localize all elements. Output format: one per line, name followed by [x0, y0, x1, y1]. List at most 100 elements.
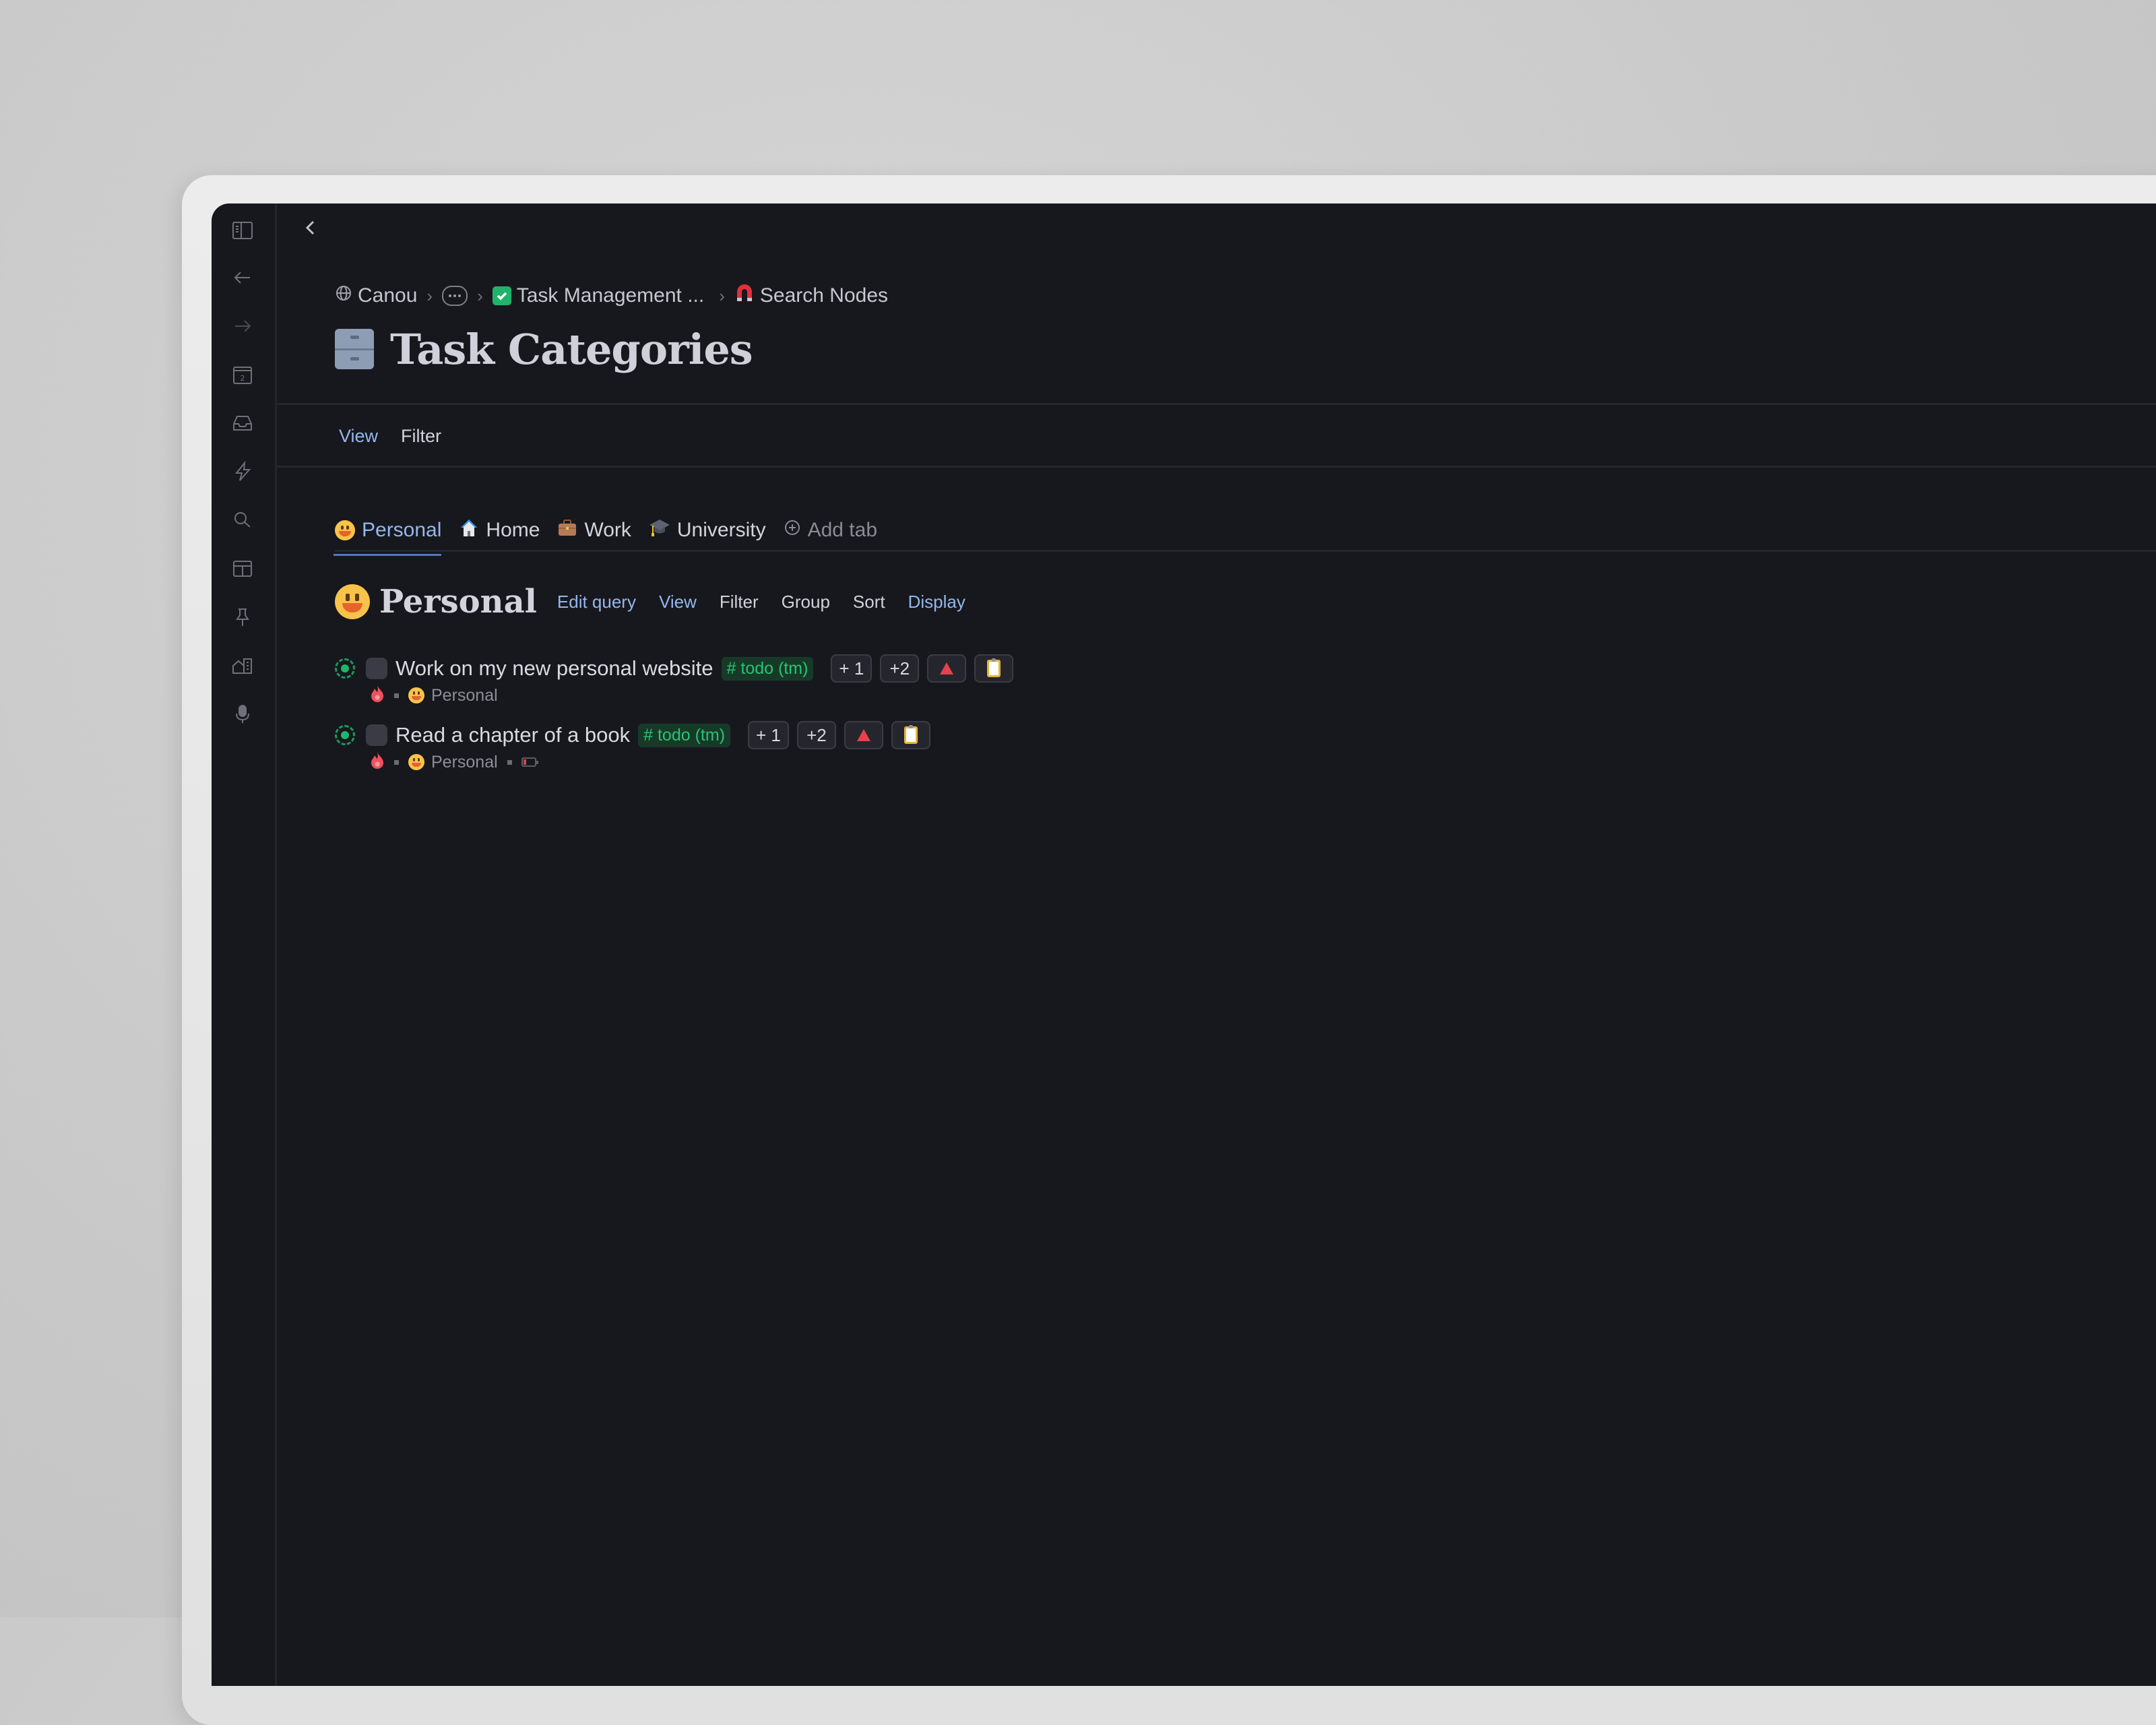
priority-high-icon	[856, 729, 870, 741]
page-title-text[interactable]: Task Categories	[390, 325, 753, 374]
house-emoji-icon	[459, 518, 479, 543]
smile-emoji-icon	[335, 584, 370, 619]
priority-button[interactable]	[927, 654, 967, 683]
filter-button[interactable]: Filter	[720, 592, 759, 613]
task-meta: Personal	[335, 750, 930, 774]
priority-button[interactable]	[844, 721, 883, 749]
collapse-chevron-icon[interactable]	[304, 217, 324, 244]
inbox-icon[interactable]	[225, 406, 260, 441]
section-header: Personal Edit query View Filter Group So…	[335, 578, 965, 625]
view-button[interactable]: View	[659, 592, 697, 613]
divider	[277, 403, 2156, 405]
pin-icon[interactable]	[225, 600, 260, 635]
breadcrumb: Canou › › Task Management ... › Search N…	[335, 279, 888, 313]
home-building-icon[interactable]	[225, 648, 260, 683]
plus-one-button[interactable]: + 1	[748, 721, 789, 749]
globe-icon	[335, 284, 352, 307]
plus-one-button[interactable]: + 1	[831, 654, 873, 683]
clipboard-button[interactable]	[974, 654, 1014, 683]
task-checkbox[interactable]	[366, 658, 387, 679]
filter-button[interactable]: Filter	[401, 426, 441, 447]
meta-separator	[394, 693, 399, 698]
task-meta: Personal	[335, 683, 1013, 708]
more-icon	[442, 286, 468, 306]
calendar-badge: 2	[241, 374, 245, 383]
forward-arrow-icon[interactable]	[225, 309, 260, 344]
clipboard-icon	[987, 658, 1001, 677]
tab-personal[interactable]: Personal	[333, 510, 442, 556]
breadcrumb-item-search-nodes[interactable]: Search Nodes	[734, 282, 888, 309]
task-title[interactable]: Read a chapter of a book	[395, 723, 630, 747]
breadcrumb-item-canou[interactable]: Canou	[335, 284, 417, 307]
view-bar: View Filter	[339, 426, 441, 447]
clipboard-icon	[903, 725, 918, 744]
graduation-cap-emoji-icon	[649, 518, 670, 543]
main-content: Canou › › Task Management ... › Search N…	[277, 203, 2156, 1686]
search-icon[interactable]	[225, 503, 260, 538]
low-battery-icon	[521, 757, 538, 767]
add-tab-label: Add tab	[807, 519, 878, 541]
tab-label: Work	[584, 519, 631, 541]
category-link[interactable]: Personal	[408, 753, 498, 772]
tab-label: Personal	[362, 519, 442, 541]
status-in-progress-icon[interactable]	[335, 658, 355, 679]
plus-circle-icon	[784, 519, 801, 542]
fire-icon	[370, 751, 385, 774]
breadcrumb-separator: ›	[719, 285, 725, 306]
section-actions: Edit query View Filter Group Sort Displa…	[557, 592, 965, 613]
breadcrumb-separator: ›	[477, 285, 483, 306]
layout-icon[interactable]	[225, 551, 260, 586]
smile-emoji-icon	[408, 687, 424, 703]
task-item: Read a chapter of a book # todo (tm) + 1…	[335, 720, 930, 781]
display-button[interactable]: Display	[908, 592, 965, 613]
category-label: Personal	[431, 752, 498, 772]
page-title: Task Categories	[335, 322, 753, 376]
tab-label: Home	[486, 519, 540, 541]
checkbox-icon	[492, 286, 511, 305]
back-arrow-icon[interactable]	[225, 260, 260, 295]
task-tag[interactable]: # todo (tm)	[721, 656, 814, 681]
task-tag[interactable]: # todo (tm)	[638, 723, 731, 747]
task-title[interactable]: Work on my new personal website	[395, 656, 714, 681]
smile-emoji-icon	[335, 520, 355, 540]
file-cabinet-icon	[335, 329, 374, 369]
group-button[interactable]: Group	[782, 592, 830, 613]
section-title: Personal	[379, 583, 537, 621]
calendar-icon[interactable]: 2	[225, 357, 260, 392]
category-link[interactable]: Personal	[408, 686, 498, 705]
lightning-icon[interactable]	[225, 454, 260, 489]
app-window: 2 Canou › › Task Management ... › Search…	[212, 203, 2156, 1686]
tabs: Personal Home Work University Add tab	[333, 510, 877, 556]
clipboard-button[interactable]	[891, 721, 930, 749]
meta-separator	[394, 759, 399, 765]
fire-icon	[370, 685, 385, 707]
microphone-icon[interactable]	[225, 697, 260, 732]
breadcrumb-more-button[interactable]	[442, 286, 468, 306]
task-pills: + 1 +2	[748, 721, 930, 749]
breadcrumb-separator: ›	[426, 285, 433, 306]
add-tab-button[interactable]: Add tab	[784, 510, 877, 551]
plus-two-button[interactable]: +2	[796, 721, 836, 749]
tab-university[interactable]: University	[649, 510, 766, 551]
task-item: Work on my new personal website # todo (…	[335, 654, 1014, 714]
priority-high-icon	[940, 662, 954, 675]
meta-separator	[507, 759, 512, 765]
task-checkbox[interactable]	[366, 724, 387, 746]
status-in-progress-icon[interactable]	[335, 725, 355, 745]
briefcase-emoji-icon	[557, 518, 577, 543]
tab-work[interactable]: Work	[557, 510, 631, 551]
breadcrumb-item-task-management[interactable]: Task Management ...	[492, 284, 705, 307]
plus-two-button[interactable]: +2	[880, 654, 920, 683]
divider	[277, 466, 2156, 468]
sidebar: 2	[212, 203, 277, 1686]
edit-query-button[interactable]: Edit query	[557, 592, 636, 613]
breadcrumb-label: Task Management ...	[516, 284, 705, 307]
task-pills: + 1 +2	[831, 654, 1014, 683]
smile-emoji-icon	[408, 754, 424, 770]
breadcrumb-label: Canou	[358, 284, 418, 307]
tab-home[interactable]: Home	[459, 510, 540, 551]
sort-button[interactable]: Sort	[853, 592, 885, 613]
toggle-sidebar-icon[interactable]	[225, 213, 260, 248]
magnet-icon	[734, 282, 755, 309]
view-button[interactable]: View	[339, 426, 378, 447]
